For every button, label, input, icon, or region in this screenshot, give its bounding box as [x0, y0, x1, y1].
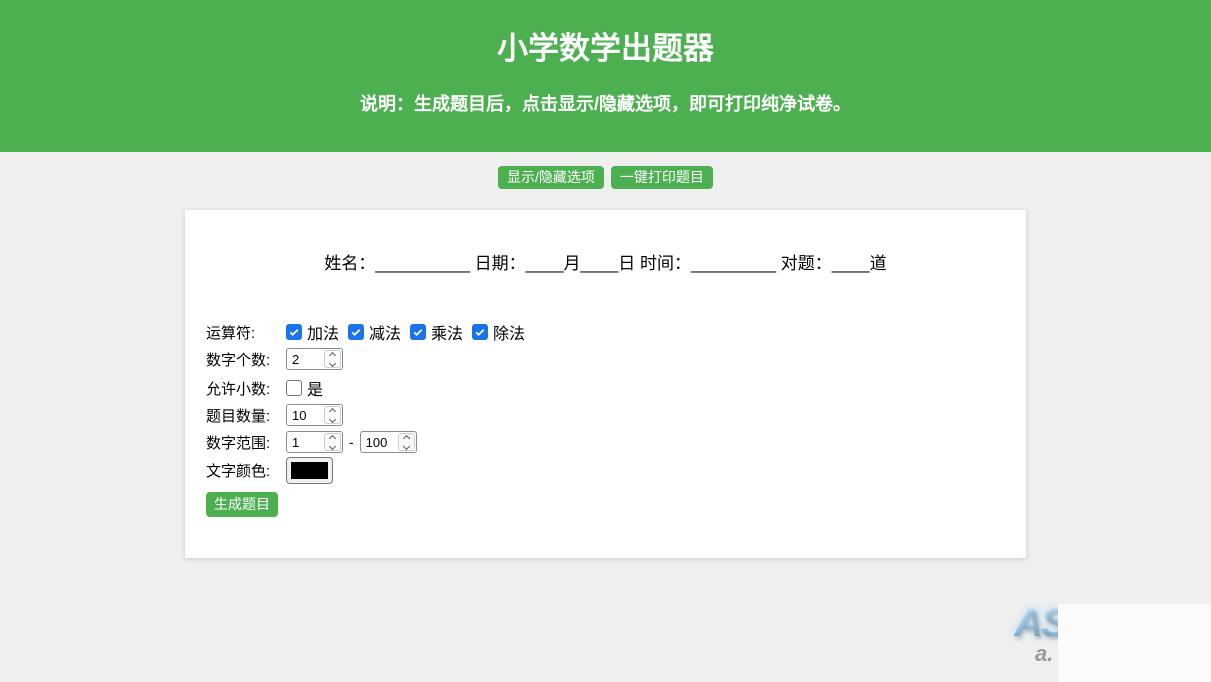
print-questions-button[interactable]: 一键打印题目: [610, 166, 713, 189]
color-swatch: [291, 462, 328, 479]
question-count-row: 题目数量: 10: [206, 404, 1026, 426]
question-count-label: 题目数量:: [206, 407, 271, 425]
generate-row: 生成题目: [206, 492, 1026, 517]
digit-count-label: 数字个数:: [206, 351, 271, 369]
operators-row: 运算符: 加法 减法 乘法 除法: [206, 320, 1026, 344]
toolbar: 显示/隐藏选项 一键打印题目: [0, 166, 1211, 189]
operator-division: 除法: [472, 320, 525, 344]
text-color-picker[interactable]: [286, 457, 333, 484]
addition-checkbox[interactable]: [286, 324, 302, 340]
division-checkbox[interactable]: [472, 324, 489, 340]
digit-count-input[interactable]: 2: [286, 348, 343, 370]
number-range-row: 数字范围: 1 - 100: [206, 431, 1026, 453]
options-card: 姓名：__________ 日期：____月____日 时间：_________…: [185, 210, 1026, 558]
question-count-value: 10: [292, 407, 307, 423]
addition-label: 加法: [307, 326, 340, 343]
range-max-spinner[interactable]: [397, 433, 415, 451]
spinner-down-icon[interactable]: [328, 359, 337, 367]
options-form: 运算符: 加法 减法 乘法 除法 数字个数: 2 允许小数: 是 题目数量: 1…: [206, 322, 1026, 517]
operators-label: 运算符:: [206, 324, 256, 342]
spinner-up-icon[interactable]: [328, 351, 337, 359]
digit-count-spinner[interactable]: [324, 350, 341, 368]
operator-subtraction: 减法: [348, 320, 401, 344]
exam-header-line: 姓名：__________ 日期：____月____日 时间：_________…: [324, 254, 887, 273]
check-icon: [351, 329, 361, 337]
question-count-input[interactable]: 10: [286, 404, 343, 426]
question-count-spinner[interactable]: [324, 406, 341, 424]
range-separator: -: [349, 434, 354, 450]
check-icon: [289, 329, 299, 337]
range-max-value: 100: [365, 434, 388, 450]
subtraction-checkbox[interactable]: [348, 324, 365, 340]
operators-group: 加法 减法 乘法 除法: [286, 320, 525, 344]
spinner-down-icon[interactable]: [328, 442, 337, 450]
page-subtitle: 说明：生成题目后，点击显示/隐藏选项，即可打印纯净试卷。: [360, 94, 851, 114]
spinner-up-icon[interactable]: [328, 434, 337, 442]
operator-multiplication: 乘法: [410, 320, 463, 344]
range-min-spinner[interactable]: [324, 433, 341, 451]
multiplication-label: 乘法: [431, 326, 464, 343]
check-icon: [413, 329, 423, 337]
range-min-input[interactable]: 1: [286, 431, 343, 453]
digit-count-value: 2: [292, 351, 300, 367]
watermark-sub-text: a.: [1035, 641, 1054, 666]
allow-decimal-checkbox[interactable]: [286, 380, 302, 396]
page-header: 小学数学出题器 说明：生成题目后，点击显示/隐藏选项，即可打印纯净试卷。: [0, 0, 1211, 152]
generate-button[interactable]: 生成题目: [206, 492, 278, 517]
text-color-label: 文字颜色:: [206, 463, 271, 480]
allow-decimal-label: 允许小数:: [206, 380, 271, 398]
blank-overlay: [1058, 604, 1211, 682]
spinner-down-icon[interactable]: [402, 442, 410, 450]
allow-decimal-option: 是: [286, 376, 323, 400]
text-color-row: 文字颜色:: [206, 457, 1026, 484]
range-min-value: 1: [292, 434, 300, 450]
division-label: 除法: [493, 326, 526, 343]
subtraction-label: 减法: [369, 326, 402, 343]
toggle-options-button[interactable]: 显示/隐藏选项: [498, 166, 604, 189]
check-icon: [475, 329, 485, 337]
multiplication-checkbox[interactable]: [410, 324, 427, 340]
spinner-up-icon[interactable]: [328, 407, 337, 415]
operator-addition: 加法: [286, 320, 339, 344]
page-title: 小学数学出题器: [497, 31, 714, 66]
digit-count-row: 数字个数: 2: [206, 348, 1026, 370]
range-max-input[interactable]: 100: [359, 431, 417, 453]
spinner-up-icon[interactable]: [402, 434, 410, 442]
allow-decimal-option-label: 是: [307, 382, 324, 399]
number-range-label: 数字范围:: [206, 434, 271, 452]
spinner-down-icon[interactable]: [328, 415, 337, 423]
allow-decimal-row: 允许小数: 是: [206, 376, 1026, 400]
